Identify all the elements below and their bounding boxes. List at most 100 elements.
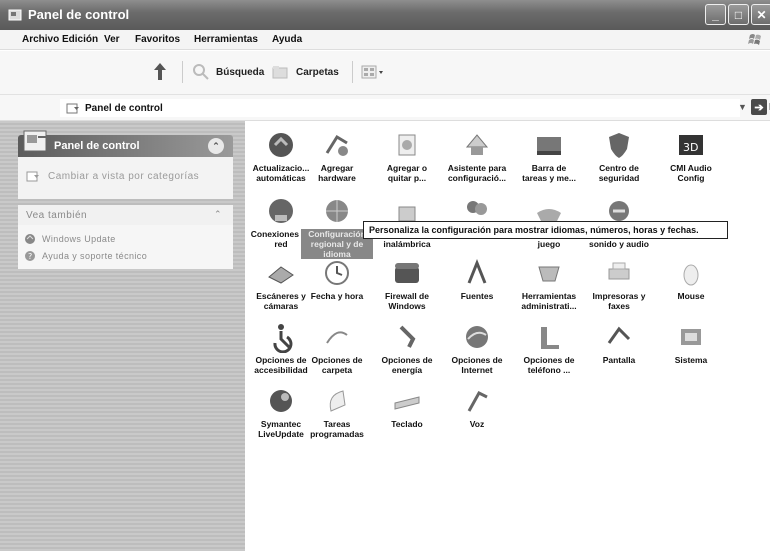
taskbar-icon <box>533 129 565 161</box>
up-button[interactable] <box>150 59 170 85</box>
wizard-icon <box>461 129 493 161</box>
switch-view-icon <box>26 171 39 182</box>
svg-text:?: ? <box>28 252 33 261</box>
control-panel-item[interactable]: Fuentes <box>441 257 513 319</box>
control-panel-item[interactable]: Tareas programadas <box>301 385 373 447</box>
control-panel-window: Panel de control _ □ ✕ Archivo Edición V… <box>0 0 770 551</box>
collapse-icon[interactable]: ⌃ <box>214 209 222 220</box>
control-panel-section-header[interactable]: Panel de control ⌃ <box>18 130 233 157</box>
control-panel-item[interactable]: Teclado <box>371 385 443 447</box>
control-panel-small-icon <box>66 103 79 114</box>
item-label-line: Sistema <box>674 355 708 365</box>
item-label-line: Fuentes <box>460 291 494 301</box>
item-label-line: tareas y me... <box>522 173 576 183</box>
item-label: Impresoras y faxes <box>583 291 655 311</box>
views-button[interactable] <box>360 59 386 85</box>
control-panel-item[interactable]: Mouse <box>655 257 727 319</box>
item-label-line: programadas <box>310 429 364 439</box>
toolbar: Búsqueda Carpetas <box>0 51 770 95</box>
control-panel-item[interactable]: Sistema <box>655 321 727 383</box>
control-panel-item[interactable]: Asistente para configuració... <box>441 129 513 191</box>
system-icon <box>675 321 707 353</box>
address-field[interactable]: Panel de control <box>60 99 740 117</box>
search-button[interactable]: Búsqueda <box>192 59 264 85</box>
item-label-line: seguridad <box>598 173 640 183</box>
control-panel-item[interactable]: Centro de seguridad <box>583 129 655 191</box>
control-panel-item[interactable]: Pantalla <box>583 321 655 383</box>
item-label: Tareas programadas <box>301 419 373 439</box>
hardware-icon <box>321 129 353 161</box>
fonts-icon <box>461 257 493 289</box>
internet-icon <box>461 321 493 353</box>
go-button[interactable]: ➔ Ir <box>751 99 770 115</box>
windows-update-label: Windows Update <box>42 234 116 244</box>
see-also-body: Windows Update ? Ayuda y soporte técnico <box>18 225 233 269</box>
switch-to-category-view-link[interactable]: Cambiar a vista por categorías <box>26 169 199 183</box>
help-support-link[interactable]: ? Ayuda y soporte técnico <box>24 250 147 262</box>
control-panel-icon <box>8 9 22 21</box>
network-icon <box>265 195 297 227</box>
menu-herramientas[interactable]: Herramientas <box>194 34 258 45</box>
item-label: Teclado <box>371 419 443 429</box>
close-button[interactable]: ✕ <box>751 4 770 25</box>
item-label-line: Opciones de <box>523 355 575 365</box>
menu-archivo[interactable]: Archivo <box>22 34 59 45</box>
search-icon <box>193 64 209 80</box>
item-label-line: Config <box>677 173 705 183</box>
minimize-button[interactable]: _ <box>705 4 726 25</box>
maximize-button[interactable]: □ <box>728 4 749 25</box>
control-panel-section-body: Cambiar a vista por categorías <box>18 157 233 199</box>
control-panel-item[interactable]: Barra de tareas y me... <box>513 129 585 191</box>
item-label: Fecha y hora <box>301 291 373 301</box>
up-arrow-icon <box>154 63 166 80</box>
windows-flag-icon <box>748 34 761 45</box>
control-panel-item[interactable]: 3D CMI Audio Config <box>655 129 727 191</box>
windows-update-link[interactable]: Windows Update <box>24 233 116 245</box>
item-label-line: Herramientas <box>521 291 577 301</box>
speech-icon <box>461 385 493 417</box>
item-label-line: carpeta <box>321 365 353 375</box>
control-panel-item[interactable]: Agregar o quitar p... <box>371 129 443 191</box>
item-label: Opciones de carpeta <box>301 355 373 375</box>
menu-ayuda[interactable]: Ayuda <box>272 34 302 45</box>
power-icon <box>391 321 423 353</box>
control-panel-item[interactable]: Opciones de teléfono ... <box>513 321 585 383</box>
item-label: Barra de tareas y me... <box>513 163 585 183</box>
item-label-line: Centro de <box>599 163 639 173</box>
security-icon <box>603 129 635 161</box>
liveupdate-icon <box>265 385 297 417</box>
control-panel-item[interactable]: Fecha y hora <box>301 257 373 319</box>
control-panel-item[interactable]: Voz <box>441 385 513 447</box>
item-label-line: inalámbrica <box>383 239 431 249</box>
control-panel-item[interactable]: Opciones de carpeta <box>301 321 373 383</box>
see-also-header[interactable]: Vea también ⌃ <box>18 205 233 225</box>
chevron-down-icon[interactable]: ▼ <box>738 102 747 112</box>
item-label-line: Opciones de <box>381 355 433 365</box>
scanner-icon <box>265 257 297 289</box>
control-panel-item[interactable]: Impresoras y faxes <box>583 257 655 319</box>
menu-ver[interactable]: Ver <box>104 34 120 45</box>
item-label-line: Barra de <box>531 163 567 173</box>
item-label-line: regional y de <box>310 239 364 249</box>
title-bar[interactable]: Panel de control _ □ ✕ <box>0 0 770 30</box>
control-panel-item[interactable]: Herramientas administrati... <box>513 257 585 319</box>
help-support-label: Ayuda y soporte técnico <box>42 251 148 261</box>
item-label-line: Mouse <box>677 291 705 301</box>
svg-text:3D: 3D <box>683 141 698 154</box>
control-panel-item[interactable]: Firewall de Windows <box>371 257 443 319</box>
item-label-line: Voz <box>469 419 485 429</box>
control-panel-item[interactable]: Opciones de energía <box>371 321 443 383</box>
menu-favoritos[interactable]: Favoritos <box>135 34 180 45</box>
control-panel-item[interactable]: Agregar hardware <box>301 129 373 191</box>
folders-button[interactable]: Carpetas <box>272 59 339 85</box>
item-label: Fuentes <box>441 291 513 301</box>
item-label-line: Pantalla <box>602 355 636 365</box>
folders-icon <box>272 66 288 79</box>
admin-tools-icon <box>533 257 565 289</box>
views-icon <box>361 65 383 79</box>
menu-edicion[interactable]: Edición <box>62 34 98 45</box>
collapse-icon[interactable]: ⌃ <box>208 138 224 154</box>
see-also-title: Vea también <box>26 209 88 221</box>
control-panel-item[interactable]: Opciones de Internet <box>441 321 513 383</box>
item-label-line: CMI Audio <box>670 163 712 173</box>
